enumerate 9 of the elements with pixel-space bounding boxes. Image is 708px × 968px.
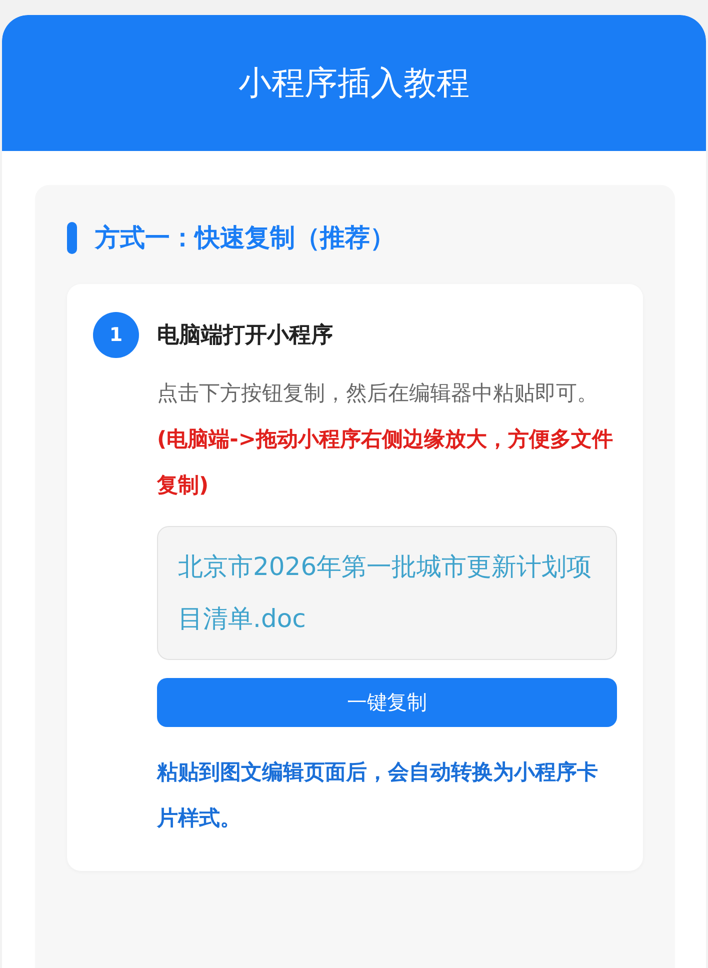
step-description: 点击下方按钮复制，然后在编辑器中粘贴即可。(电脑端->拖动小程序右侧边缘放大，方便多文件复制) [157,380,614,499]
step-title: 电脑端打开小程序 [157,322,333,350]
copy-button[interactable]: 一键复制 [157,678,617,727]
accent-bar [67,222,77,254]
note-text: 粘贴到图文编辑页面后，会自动转换为小程序卡片样式。 [157,759,599,832]
file-name-box: 北京市2026年第一批城市更新计划项目清单.doc [157,526,617,660]
page-title: 小程序插入教程 [238,62,470,104]
step-number: 1 [93,312,139,358]
section-title: 方式一：快速复制（推荐） [95,222,395,254]
